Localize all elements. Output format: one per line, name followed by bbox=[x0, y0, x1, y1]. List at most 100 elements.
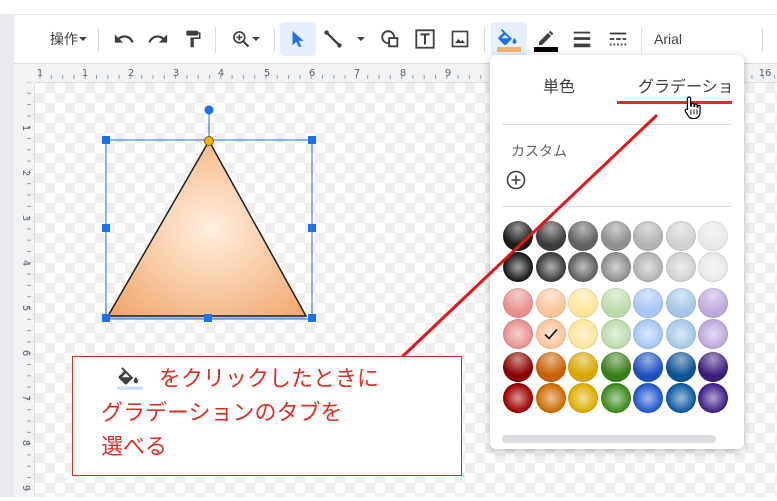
gradient-swatch[interactable] bbox=[535, 319, 566, 349]
gradient-swatch[interactable] bbox=[633, 352, 663, 382]
gradient-swatch[interactable] bbox=[600, 352, 631, 382]
gradient-swatch[interactable] bbox=[665, 319, 696, 349]
paint-roller-icon bbox=[186, 30, 201, 48]
pencil-icon bbox=[534, 30, 558, 52]
undo-button[interactable] bbox=[109, 15, 139, 63]
custom-section-label: カスタム bbox=[511, 144, 567, 160]
toolbar-separator bbox=[274, 27, 275, 53]
text-box-icon bbox=[415, 29, 435, 49]
caret-down-icon bbox=[357, 37, 365, 41]
resize-handle-se[interactable] bbox=[308, 314, 316, 322]
paint-bucket-icon bbox=[497, 29, 521, 52]
gradient-swatch[interactable] bbox=[535, 383, 566, 413]
gradient-swatch[interactable] bbox=[600, 252, 631, 282]
gradient-swatch[interactable] bbox=[535, 221, 566, 251]
toolbar-separator bbox=[762, 27, 763, 53]
gradient-swatch[interactable] bbox=[503, 221, 533, 251]
callout-text-line3: 選べる bbox=[101, 435, 168, 460]
redo-button[interactable] bbox=[143, 15, 173, 63]
zoom-button[interactable] bbox=[224, 15, 268, 63]
triangle-shape[interactable] bbox=[106, 139, 308, 317]
gradient-swatch[interactable] bbox=[568, 352, 598, 382]
resize-handle-w[interactable] bbox=[102, 224, 110, 232]
gradient-swatch[interactable] bbox=[568, 319, 598, 349]
ruler-corner bbox=[14, 64, 35, 83]
toolbar-separator bbox=[98, 27, 99, 53]
operations-menu[interactable]: 操作 bbox=[44, 15, 94, 63]
gradient-swatch[interactable] bbox=[503, 288, 533, 318]
vertical-ruler[interactable]: 1 2 3 4 5 6 7 8 9 bbox=[14, 81, 35, 497]
line-tool-button[interactable] bbox=[320, 15, 368, 63]
callout-text-line2: グラデーションのタブを bbox=[101, 401, 343, 426]
gradient-swatch[interactable] bbox=[535, 252, 566, 282]
ruler-label: 5 bbox=[20, 305, 31, 311]
gradient-swatch[interactable] bbox=[568, 252, 598, 282]
select-tool-button[interactable] bbox=[280, 15, 316, 63]
adjust-handle[interactable] bbox=[204, 136, 214, 146]
caret-down-icon bbox=[79, 37, 87, 41]
gradient-swatch[interactable] bbox=[633, 383, 663, 413]
zoom-icon bbox=[233, 31, 250, 48]
gradient-swatch[interactable] bbox=[665, 221, 696, 251]
gradient-swatch[interactable] bbox=[600, 319, 631, 349]
gradient-swatch[interactable] bbox=[503, 319, 533, 349]
popup-scrollbar[interactable] bbox=[502, 435, 716, 443]
toolbar-separator bbox=[484, 27, 485, 53]
hand-cursor-icon bbox=[684, 96, 701, 120]
gradient-swatch[interactable] bbox=[600, 221, 631, 251]
rotate-handle[interactable] bbox=[204, 105, 214, 115]
gradient-swatch[interactable] bbox=[633, 252, 663, 282]
gradient-swatch[interactable] bbox=[665, 252, 696, 282]
tab-gradient[interactable]: グラデーショ bbox=[638, 73, 734, 97]
active-tab-indicator bbox=[617, 101, 732, 104]
gradient-swatch[interactable] bbox=[503, 383, 533, 413]
gradient-swatch[interactable] bbox=[503, 252, 533, 282]
resize-handle-e[interactable] bbox=[308, 224, 316, 232]
gradient-swatch[interactable] bbox=[633, 319, 663, 349]
line-dash-icon bbox=[609, 32, 627, 46]
gradient-swatch[interactable] bbox=[698, 288, 728, 318]
window-top-strip bbox=[0, 0, 777, 15]
text-box-button[interactable] bbox=[410, 15, 440, 63]
resize-handle-ne[interactable] bbox=[308, 136, 316, 144]
gradient-swatch[interactable] bbox=[665, 383, 696, 413]
gradient-swatch[interactable] bbox=[568, 288, 598, 318]
gradient-swatch[interactable] bbox=[568, 221, 598, 251]
paint-format-button[interactable] bbox=[178, 15, 208, 63]
gradient-swatch[interactable] bbox=[600, 383, 631, 413]
gradient-swatch[interactable] bbox=[698, 352, 728, 382]
popup-divider bbox=[502, 124, 732, 125]
gradient-swatch[interactable] bbox=[698, 319, 728, 349]
resize-handle-sw[interactable] bbox=[102, 314, 110, 322]
gradient-swatch[interactable] bbox=[633, 288, 663, 318]
image-icon bbox=[451, 30, 469, 48]
ruler-label: 1 bbox=[82, 68, 88, 79]
add-custom-color-icon[interactable] bbox=[505, 169, 527, 191]
resize-handle-nw[interactable] bbox=[102, 136, 110, 144]
left-edge-panel bbox=[0, 14, 14, 497]
gradient-swatch[interactable] bbox=[600, 288, 631, 318]
gradient-swatch[interactable] bbox=[633, 221, 663, 251]
tab-solid[interactable]: 単色 bbox=[543, 73, 575, 97]
annotation-callout: をクリックしたときに グラデーションのタブを 選べる bbox=[72, 356, 462, 476]
gradient-swatch[interactable] bbox=[665, 352, 696, 382]
shapes-icon bbox=[381, 30, 399, 48]
gradient-swatch[interactable] bbox=[698, 252, 728, 282]
gradient-swatch[interactable] bbox=[698, 221, 728, 251]
ruler-label: 3 bbox=[20, 215, 31, 221]
line-weight-icon bbox=[573, 31, 591, 48]
gradient-swatch[interactable] bbox=[535, 352, 566, 382]
ruler-label: 7 bbox=[20, 395, 31, 401]
gradient-swatch[interactable] bbox=[503, 352, 533, 382]
gradient-swatch[interactable] bbox=[568, 383, 598, 413]
gradient-swatch[interactable] bbox=[665, 288, 696, 318]
shape-tool-button[interactable] bbox=[375, 15, 405, 63]
gradient-swatch[interactable] bbox=[535, 288, 566, 318]
gradient-swatch[interactable] bbox=[698, 383, 728, 413]
ruler-label: 3 bbox=[173, 68, 179, 79]
arrow-pointer-icon bbox=[292, 30, 304, 48]
resize-handle-s[interactable] bbox=[204, 314, 212, 322]
ruler-label: 8 bbox=[20, 440, 31, 446]
insert-image-button[interactable] bbox=[445, 15, 475, 63]
ruler-label: 16 bbox=[759, 68, 772, 79]
